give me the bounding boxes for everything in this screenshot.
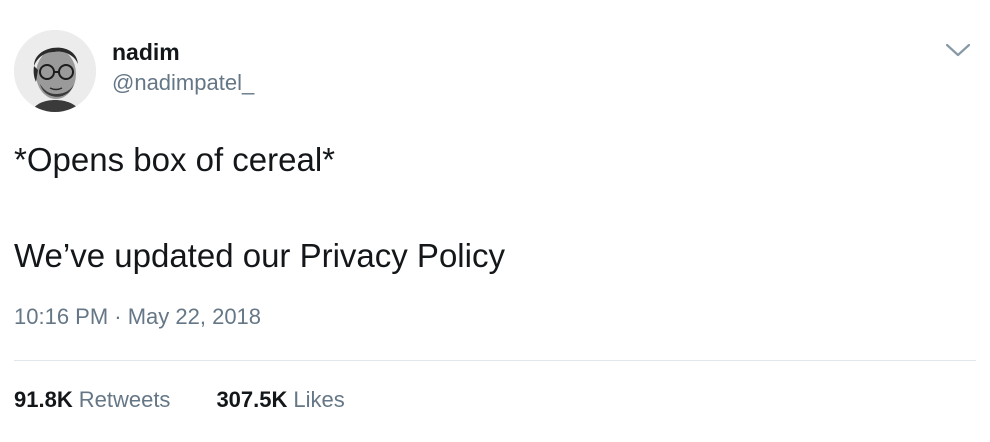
retweets-stat[interactable]: 91.8K Retweets <box>14 385 170 415</box>
display-name[interactable]: nadim <box>112 38 254 66</box>
tweet-menu-button[interactable] <box>944 40 972 60</box>
tweet-text: *Opens box of cereal* We’ve updated our … <box>14 136 974 280</box>
likes-label: Likes <box>293 387 345 412</box>
avatar-photo <box>14 30 96 112</box>
divider <box>14 360 976 361</box>
likes-count: 307.5K <box>216 387 288 412</box>
likes-stat[interactable]: 307.5K Likes <box>216 385 344 415</box>
retweets-label: Retweets <box>78 387 171 412</box>
tweet-timestamp[interactable]: 10:16 PM · May 22, 2018 <box>14 302 261 332</box>
retweets-count: 91.8K <box>14 387 73 412</box>
chevron-down-icon <box>945 43 971 57</box>
tweet-text-line: We’ve updated our Privacy Policy <box>14 237 505 274</box>
avatar[interactable] <box>14 30 96 112</box>
tweet-header: nadim @nadimpatel_ <box>14 30 254 114</box>
user-info: nadim @nadimpatel_ <box>112 30 254 98</box>
tweet-stats: 91.8K Retweets 307.5K Likes <box>14 385 345 415</box>
tweet-card: nadim @nadimpatel_ *Opens box of cereal*… <box>0 0 990 442</box>
tweet-text-line: *Opens box of cereal* <box>14 141 336 178</box>
user-handle[interactable]: @nadimpatel_ <box>112 68 254 98</box>
